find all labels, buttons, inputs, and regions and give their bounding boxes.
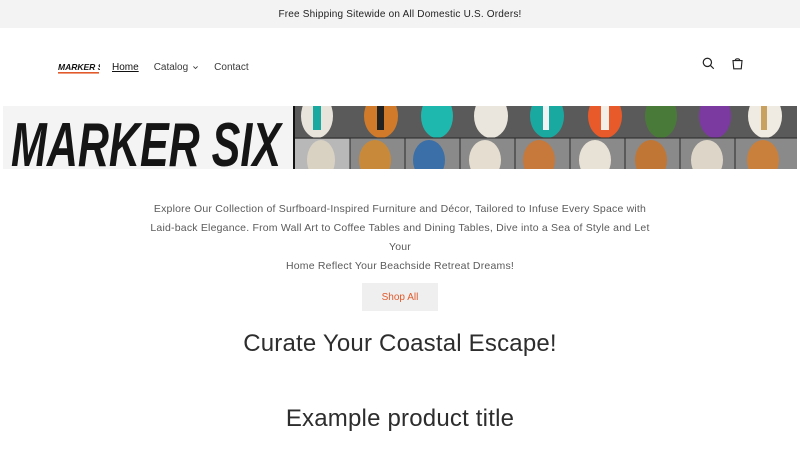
banner-brand: MARKER SIX (3, 106, 293, 169)
shop-all-label: Shop All (381, 291, 419, 303)
shop-all-button[interactable]: Shop All (362, 283, 438, 311)
nav-home[interactable]: Home (112, 62, 139, 73)
search-icon[interactable] (701, 56, 716, 71)
cart-icon[interactable] (730, 56, 745, 71)
logo[interactable]: MARKER SIX (58, 59, 113, 75)
description-line: Home Reflect Your Beachside Retreat Drea… (285, 260, 515, 272)
product-title[interactable]: Example product title (0, 405, 800, 433)
section-heading: Curate Your Coastal Escape! (243, 330, 557, 357)
description-line: Laid-back Elegance. From Wall Art to Cof… (150, 222, 650, 253)
nav-contact[interactable]: Contact (214, 62, 248, 73)
logo-text: MARKER SIX (58, 62, 100, 72)
collection-description: Explore Our Collection of Surfboard-Insp… (150, 200, 650, 276)
site-header: MARKER SIX Home Catalog Contact (0, 28, 800, 106)
announcement-bar: Free Shipping Sitewide on All Domestic U… (0, 0, 800, 28)
header-icons (701, 56, 745, 71)
banner-brand-text: MARKER SIX (11, 111, 284, 169)
nav-catalog-label: Catalog (153, 61, 189, 73)
chevron-down-icon (193, 65, 199, 69)
description-line: Explore Our Collection of Surfboard-Insp… (153, 203, 647, 215)
nav-home-label: Home (112, 61, 139, 73)
hero-banner: MARKER SIX (3, 106, 797, 169)
nav-contact-label: Contact (214, 61, 249, 73)
announcement-text: Free Shipping Sitewide on All Domestic U… (278, 8, 522, 20)
main-nav: Home Catalog Contact (112, 28, 264, 106)
banner-surfboards-image (295, 106, 797, 169)
nav-catalog[interactable]: Catalog (154, 62, 199, 73)
